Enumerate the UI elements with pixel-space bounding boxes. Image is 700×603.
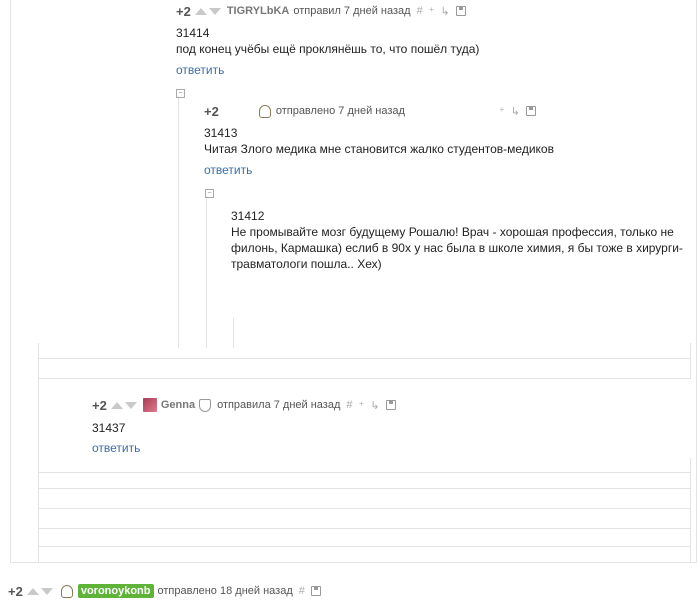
- branch-icon[interactable]: ↳: [370, 399, 379, 412]
- comment-rating: +2: [92, 397, 107, 413]
- thread-line: [38, 343, 39, 563]
- comment-text: Читая Злого медика мне становится жалко …: [204, 142, 554, 156]
- downvote-icon[interactable]: [208, 7, 221, 15]
- plus-icon[interactable]: ⁺: [499, 105, 505, 118]
- comment-text: травматологи пошла.. Хех): [231, 257, 382, 271]
- comment-time[interactable]: отправил 7 дней назад: [293, 5, 410, 17]
- thread-divider: [38, 528, 690, 529]
- branch-icon[interactable]: ↳: [511, 105, 520, 118]
- comment-time[interactable]: отправлено 18 дней назад: [158, 585, 293, 597]
- comment-rating: +2: [204, 103, 219, 119]
- save-icon[interactable]: [455, 6, 466, 16]
- permalink-icon[interactable]: #: [299, 585, 305, 597]
- comment-author[interactable]: voronoykonb: [77, 584, 154, 598]
- avatar[interactable]: [142, 398, 157, 412]
- comment-text: под конец учёбы ещё проклянёшь то, что п…: [176, 42, 480, 56]
- comment-author[interactable]: TIGRYLbKA: [227, 5, 290, 17]
- comment-header: +2 voronoykonb отправлено 18 дней назад …: [8, 583, 327, 599]
- branch-icon[interactable]: ↳: [441, 5, 450, 18]
- thread-line: [10, 0, 11, 563]
- comment-id: 31414: [176, 26, 210, 40]
- collapse-icon[interactable]: −: [176, 89, 185, 98]
- downvote-icon[interactable]: [40, 587, 53, 595]
- avatar-icon: [59, 584, 73, 598]
- thread-divider: [38, 508, 690, 509]
- comment-header: +2 Genna отправила 7 дней назад # ⁺ ↳: [92, 397, 402, 413]
- thread-line: [233, 318, 234, 348]
- comment-header: +2 TIGRYLbKA отправил 7 дней назад # ⁺ ↳: [176, 3, 472, 19]
- comment-id: 31413: [204, 126, 238, 140]
- save-icon[interactable]: [525, 106, 536, 116]
- upvote-icon[interactable]: [26, 587, 39, 595]
- plus-icon[interactable]: ⁺: [429, 5, 435, 18]
- thread-divider: [38, 488, 690, 489]
- thread-divider: [38, 546, 690, 547]
- comment-id: 31437: [92, 421, 126, 435]
- downvote-icon[interactable]: [124, 401, 137, 409]
- upvote-icon[interactable]: [194, 7, 207, 15]
- comment-text: Не промывайте мозг будущему Рошалю! Врач…: [231, 225, 674, 239]
- thread-line: [696, 0, 697, 563]
- comment-time[interactable]: отправила 7 дней назад: [217, 399, 340, 411]
- thread-divider: [38, 358, 690, 359]
- comment-header: +2 отправлено 7 дней назад ⁺ ↳: [204, 103, 542, 119]
- plus-icon[interactable]: ⁺: [359, 399, 365, 412]
- comment-author[interactable]: Genna: [161, 399, 195, 411]
- permalink-icon[interactable]: #: [417, 5, 423, 17]
- comment-id: 31412: [231, 209, 265, 223]
- thread-line: [690, 343, 691, 379]
- collapse-icon[interactable]: −: [205, 189, 214, 198]
- save-icon[interactable]: [310, 586, 321, 596]
- thread-divider: [10, 562, 696, 563]
- thread-divider: [38, 472, 690, 473]
- reply-link[interactable]: ответить: [176, 63, 224, 77]
- comment-text: филонь, Кармашка) еслиб в 90х у нас была…: [231, 241, 683, 255]
- reply-link[interactable]: ответить: [204, 163, 252, 177]
- thread-line: [690, 458, 691, 563]
- shield-icon: [199, 398, 212, 412]
- comment-rating: +2: [8, 583, 23, 599]
- comment-time[interactable]: отправлено 7 дней назад: [276, 105, 405, 117]
- thread-line: [178, 96, 179, 348]
- reply-link[interactable]: ответить: [92, 441, 140, 455]
- permalink-icon[interactable]: #: [346, 399, 352, 411]
- comment-rating: +2: [176, 3, 191, 19]
- upvote-icon[interactable]: [110, 401, 123, 409]
- save-icon[interactable]: [385, 400, 396, 410]
- thread-line: [206, 196, 207, 348]
- thread-divider: [38, 378, 690, 379]
- avatar-icon: [257, 104, 271, 118]
